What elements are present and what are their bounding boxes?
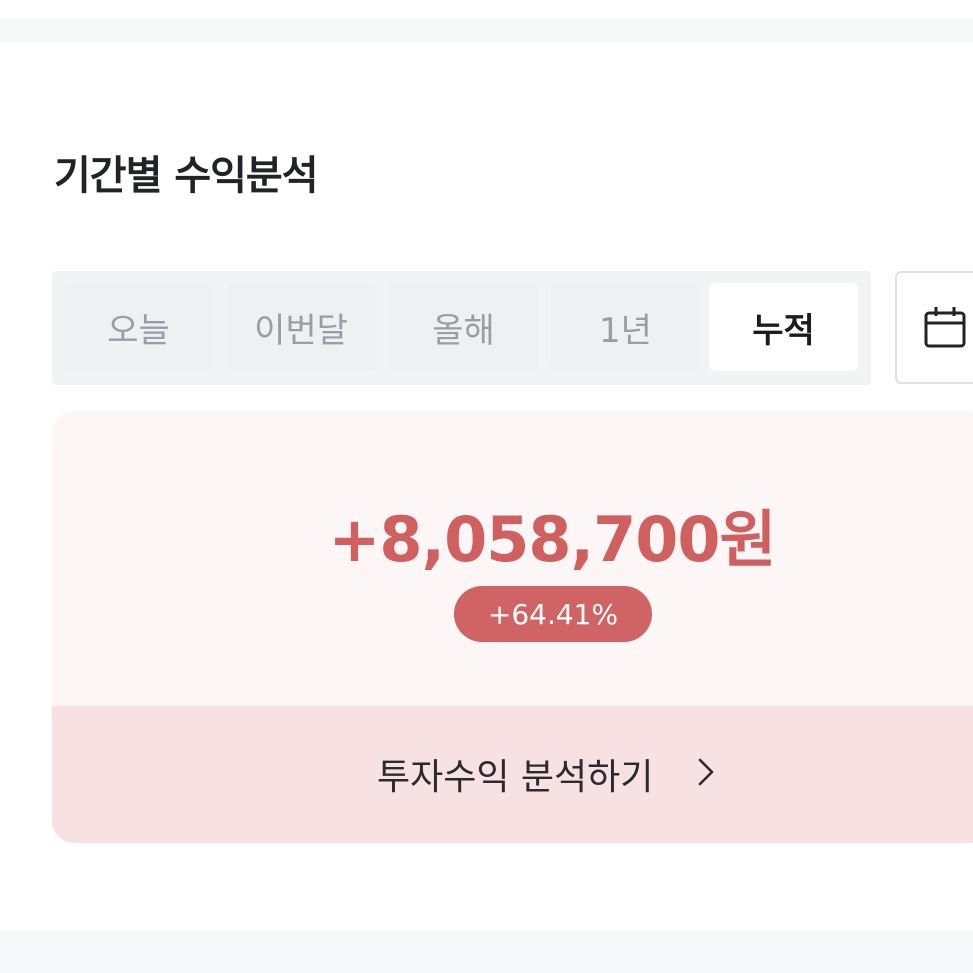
period-segmented-control: 오늘 이번달 올해 1년 누적	[52, 271, 871, 385]
analyze-profit-button[interactable]: 투자수익 분석하기	[52, 706, 973, 843]
tab-cumulative[interactable]: 누적	[709, 283, 858, 371]
analyze-profit-label: 투자수익 분석하기	[377, 757, 654, 798]
section-title: 기간별 수익분석	[54, 153, 319, 199]
profit-amount: +8,058,700원	[328, 503, 776, 576]
calendar-icon	[923, 306, 967, 354]
tab-today[interactable]: 오늘	[64, 283, 213, 371]
profit-rate-badge: +64.41%	[454, 586, 652, 642]
top-divider-strip	[0, 18, 973, 42]
chevron-right-icon	[697, 757, 715, 791]
profit-summary-card: +8,058,700원 +64.41% 투자수익 분석하기	[52, 411, 973, 843]
tab-one-year[interactable]: 1년	[551, 283, 700, 371]
tab-this-year[interactable]: 올해	[389, 283, 538, 371]
calendar-button[interactable]	[895, 271, 973, 384]
top-divider	[0, 0, 973, 42]
tab-this-month[interactable]: 이번달	[226, 283, 376, 371]
bottom-divider	[0, 930, 973, 973]
